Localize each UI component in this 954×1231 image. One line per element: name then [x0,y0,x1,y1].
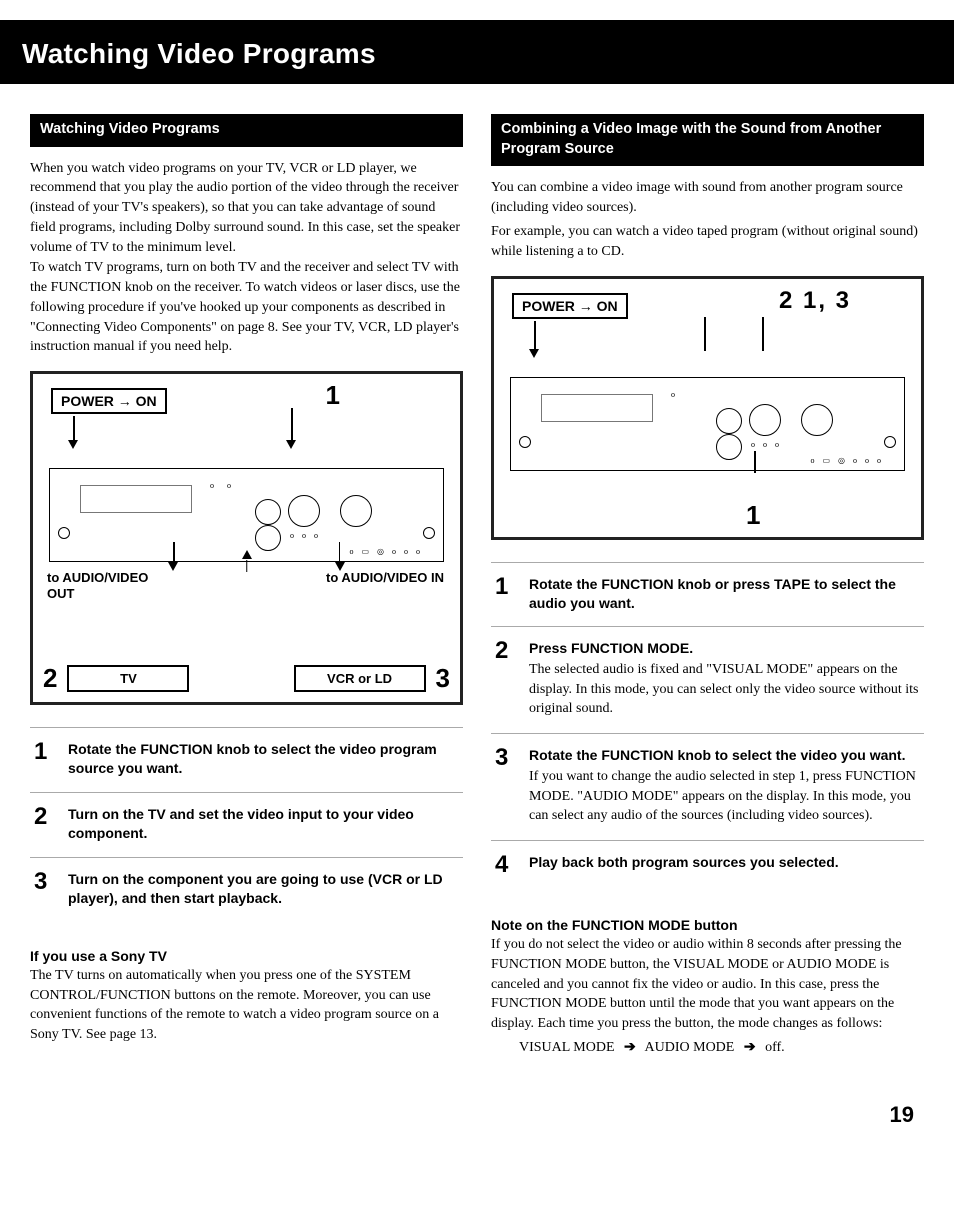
power-on-tag-right: POWER → ON [512,293,628,319]
right-section-heading: Combining a Video Image with the Sound f… [491,114,924,166]
left-step-1: 1 Rotate the FUNCTION knob to select the… [30,728,463,793]
audio-video-in-label: to AUDIO/VIDEO IN [326,570,446,586]
diagram-callout-1: 1 [326,380,340,411]
left-section-heading: Watching Video Programs [30,114,463,147]
right-step-2: 2 Press FUNCTION MODE. The selected audi… [491,627,924,734]
power-on-tag: POWER → ON [51,388,167,414]
function-mode-note-heading: Note on the FUNCTION MODE button [491,917,924,933]
arrow-right-icon: ➔ [618,1040,642,1055]
arrow-right-icon: ➔ [738,1040,762,1055]
tv-box-label: TV [67,665,189,692]
diagram-callout-3: 3 [436,663,450,694]
diagram-callout-2-1-3: 2 1, 3 [779,287,851,315]
vcr-ld-box-label: VCR or LD [294,665,426,692]
sony-tv-heading: If you use a Sony TV [30,948,463,964]
right-column: Combining a Video Image with the Sound f… [491,114,924,1062]
left-step-3: 3 Turn on the component you are going to… [30,858,463,922]
page-number: 19 [0,1082,954,1158]
right-diagram: POWER → ON 2 1, 3 o [491,276,924,540]
left-step-2: 2 Turn on the TV and set the video input… [30,793,463,858]
right-step-1: 1 Rotate the FUNCTION knob or press TAPE… [491,563,924,628]
function-mode-note-body: If you do not select the video or audio … [491,935,924,1034]
right-step-3: 3 Rotate the FUNCTION knob to select the… [491,734,924,841]
left-diagram: POWER → ON 1 o o [30,371,463,705]
left-intro-text: When you watch video programs on your TV… [30,159,463,358]
mode-sequence: VISUAL MODE ➔ AUDIO MODE ➔ off. [491,1038,924,1058]
right-step-4: 4 Play back both program sources you sel… [491,841,924,891]
left-step-list: 1 Rotate the FUNCTION knob to select the… [30,727,463,921]
diagram-callout-bottom-1: 1 [746,500,760,531]
right-intro-2: For example, you can watch a video taped… [491,222,924,262]
sony-tv-body: The TV turns on automatically when you p… [30,966,463,1046]
right-intro-1: You can combine a video image with sound… [491,178,924,218]
left-column: Watching Video Programs When you watch v… [30,114,463,1062]
receiver-outline: o o o o o o ▭ ◎ o o o [49,468,444,562]
diagram-callout-2: 2 [43,663,57,694]
right-step-list: 1 Rotate the FUNCTION knob or press TAPE… [491,562,924,891]
receiver-outline-right: o o o o o ▭ ◎ o o o [510,377,905,471]
audio-video-out-label: to AUDIO/VIDEO OUT [47,570,167,601]
page-title-banner: Watching Video Programs [0,20,954,84]
